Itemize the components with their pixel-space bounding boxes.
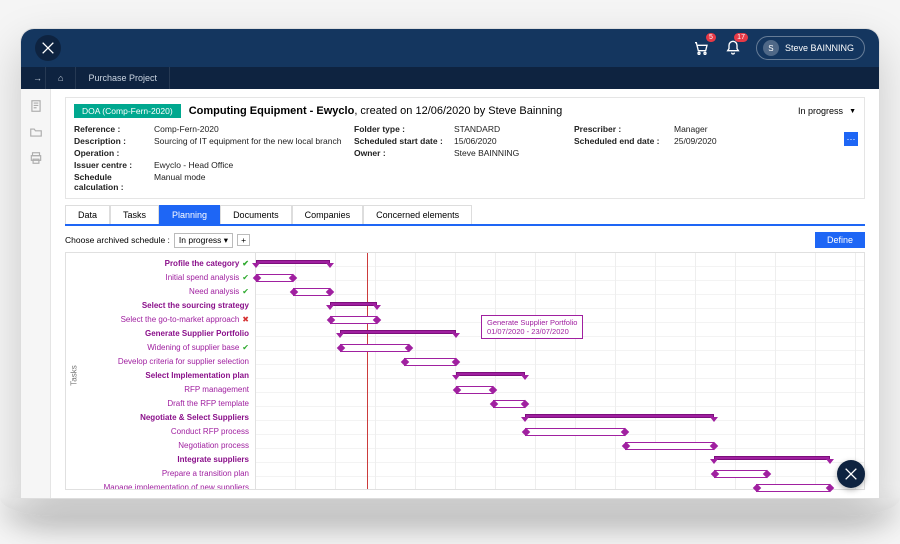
- project-title: Computing Equipment - Ewyclo, created on…: [189, 105, 563, 117]
- sstart-value: 15/06/2020: [454, 136, 574, 146]
- gantt-chart: Tasks Profile the category✔Initial spend…: [65, 252, 865, 490]
- tab-tasks[interactable]: Tasks: [110, 205, 159, 224]
- task-label: Initial spend analysis✔: [68, 271, 249, 285]
- issuer-label: Issuer centre: [74, 160, 154, 170]
- archived-label: Choose archived schedule :: [65, 235, 170, 245]
- gantt-phase-bar[interactable]: [330, 302, 377, 306]
- tab-companies[interactable]: Companies: [292, 205, 364, 224]
- task-label: Develop criteria for supplier selection: [68, 355, 249, 369]
- gantt-task-bar[interactable]: [714, 470, 767, 478]
- send-label: Scheduled end date: [574, 136, 674, 146]
- today-line: [367, 253, 368, 489]
- task-label: Integrate suppliers: [68, 453, 249, 467]
- gantt-phase-bar[interactable]: [256, 260, 330, 264]
- gantt-task-bar[interactable]: [756, 484, 830, 492]
- side-rail: [21, 89, 51, 498]
- rail-folder-icon[interactable]: [29, 125, 43, 139]
- gantt-task-bar[interactable]: [625, 442, 715, 450]
- task-label: Select Implementation plan: [68, 369, 249, 383]
- sched-label: Schedule calculation: [74, 172, 154, 192]
- task-label: Generate Supplier Portfolio: [68, 327, 249, 341]
- gantt-task-bar[interactable]: [525, 428, 625, 436]
- help-fab[interactable]: [837, 460, 865, 488]
- gantt-task-bar[interactable]: [404, 358, 457, 366]
- task-label: Prepare a transition plan: [68, 467, 249, 481]
- task-label: Select the go-to-market approach✖: [68, 313, 249, 327]
- cart-badge: 5: [706, 33, 716, 42]
- presc-label: Prescriber: [574, 124, 674, 134]
- op-label: Operation: [74, 148, 154, 158]
- gantt-task-bar[interactable]: [293, 288, 330, 296]
- task-label: Manage implementation of new suppliers: [68, 481, 249, 489]
- task-label: Profile the category✔: [68, 257, 249, 271]
- tab-documents[interactable]: Documents: [220, 205, 292, 224]
- rail-doc-icon[interactable]: [29, 99, 43, 113]
- task-label: Draft the RFP template: [68, 397, 249, 411]
- gantt-phase-bar[interactable]: [340, 330, 456, 334]
- owner-label: Owner: [354, 148, 454, 158]
- bell-icon[interactable]: 17: [724, 39, 742, 57]
- gantt-phase-bar[interactable]: [456, 372, 524, 376]
- task-label: RFP management: [68, 383, 249, 397]
- archived-select[interactable]: In progress ▾: [174, 233, 233, 248]
- gantt-task-bar[interactable]: [256, 274, 293, 282]
- status-label: In progress: [798, 106, 843, 116]
- rail-print-icon[interactable]: [29, 151, 43, 165]
- actions-button[interactable]: ⋯: [844, 132, 858, 146]
- gantt-phase-bar[interactable]: [525, 414, 715, 418]
- project-header-card: DOA (Comp-Fern-2020) Computing Equipment…: [65, 97, 865, 199]
- app-logo[interactable]: [35, 35, 61, 61]
- presc-value: Manager: [674, 124, 774, 134]
- ftype-value: STANDARD: [454, 124, 574, 134]
- gantt-task-bar[interactable]: [330, 316, 377, 324]
- task-label: Conduct RFP process: [68, 425, 249, 439]
- gantt-y-title: Tasks: [70, 365, 79, 385]
- task-label: Widening of supplier base✔: [68, 341, 249, 355]
- sched-value: Manual mode: [154, 172, 354, 192]
- desc-label: Description: [74, 136, 154, 146]
- desc-value: Sourcing of IT equipment for the new loc…: [154, 136, 354, 146]
- nav-home-icon[interactable]: ⌂: [46, 67, 76, 89]
- task-label: Negotiation process: [68, 439, 249, 453]
- tab-concerned[interactable]: Concerned elements: [363, 205, 472, 224]
- op-value: [154, 148, 354, 158]
- tab-planning[interactable]: Planning: [159, 205, 220, 224]
- gantt-phase-bar[interactable]: [714, 456, 830, 460]
- add-schedule-button[interactable]: +: [237, 234, 250, 246]
- user-menu[interactable]: S Steve BAINNING: [756, 36, 865, 60]
- task-label: Negotiate & Select Suppliers: [68, 411, 249, 425]
- task-label: Select the sourcing strategy: [68, 299, 249, 313]
- ref-value: Comp-Fern-2020: [154, 124, 354, 134]
- avatar: S: [763, 40, 779, 56]
- user-name: Steve BAINNING: [785, 43, 854, 53]
- breadcrumb-page[interactable]: Purchase Project: [76, 67, 170, 89]
- gantt-task-bar[interactable]: [340, 344, 408, 352]
- send-value: 25/09/2020: [674, 136, 774, 146]
- doa-chip[interactable]: DOA (Comp-Fern-2020): [74, 104, 181, 118]
- tab-data[interactable]: Data: [65, 205, 110, 224]
- issuer-value: Ewyclo - Head Office: [154, 160, 354, 170]
- nav-forward[interactable]: →: [21, 67, 46, 89]
- bell-badge: 17: [734, 33, 748, 42]
- tab-strip: Data Tasks Planning Documents Companies …: [65, 205, 865, 226]
- ftype-label: Folder type: [354, 124, 454, 134]
- app-topbar: 5 17 S Steve BAINNING: [21, 29, 879, 67]
- owner-value: Steve BAINNING: [454, 148, 574, 158]
- gantt-task-bar[interactable]: [456, 386, 493, 394]
- gantt-grid[interactable]: Generate Supplier Portfolio 01/07/2020 -…: [256, 253, 864, 489]
- sstart-label: Scheduled start date: [354, 136, 454, 146]
- define-button[interactable]: Define: [815, 232, 865, 248]
- breadcrumb-bar: → ⌂ Purchase Project: [21, 67, 879, 89]
- gantt-tooltip: Generate Supplier Portfolio 01/07/2020 -…: [481, 315, 583, 339]
- cart-icon[interactable]: 5: [692, 39, 710, 57]
- ref-label: Reference: [74, 124, 154, 134]
- task-label: Need analysis✔: [68, 285, 249, 299]
